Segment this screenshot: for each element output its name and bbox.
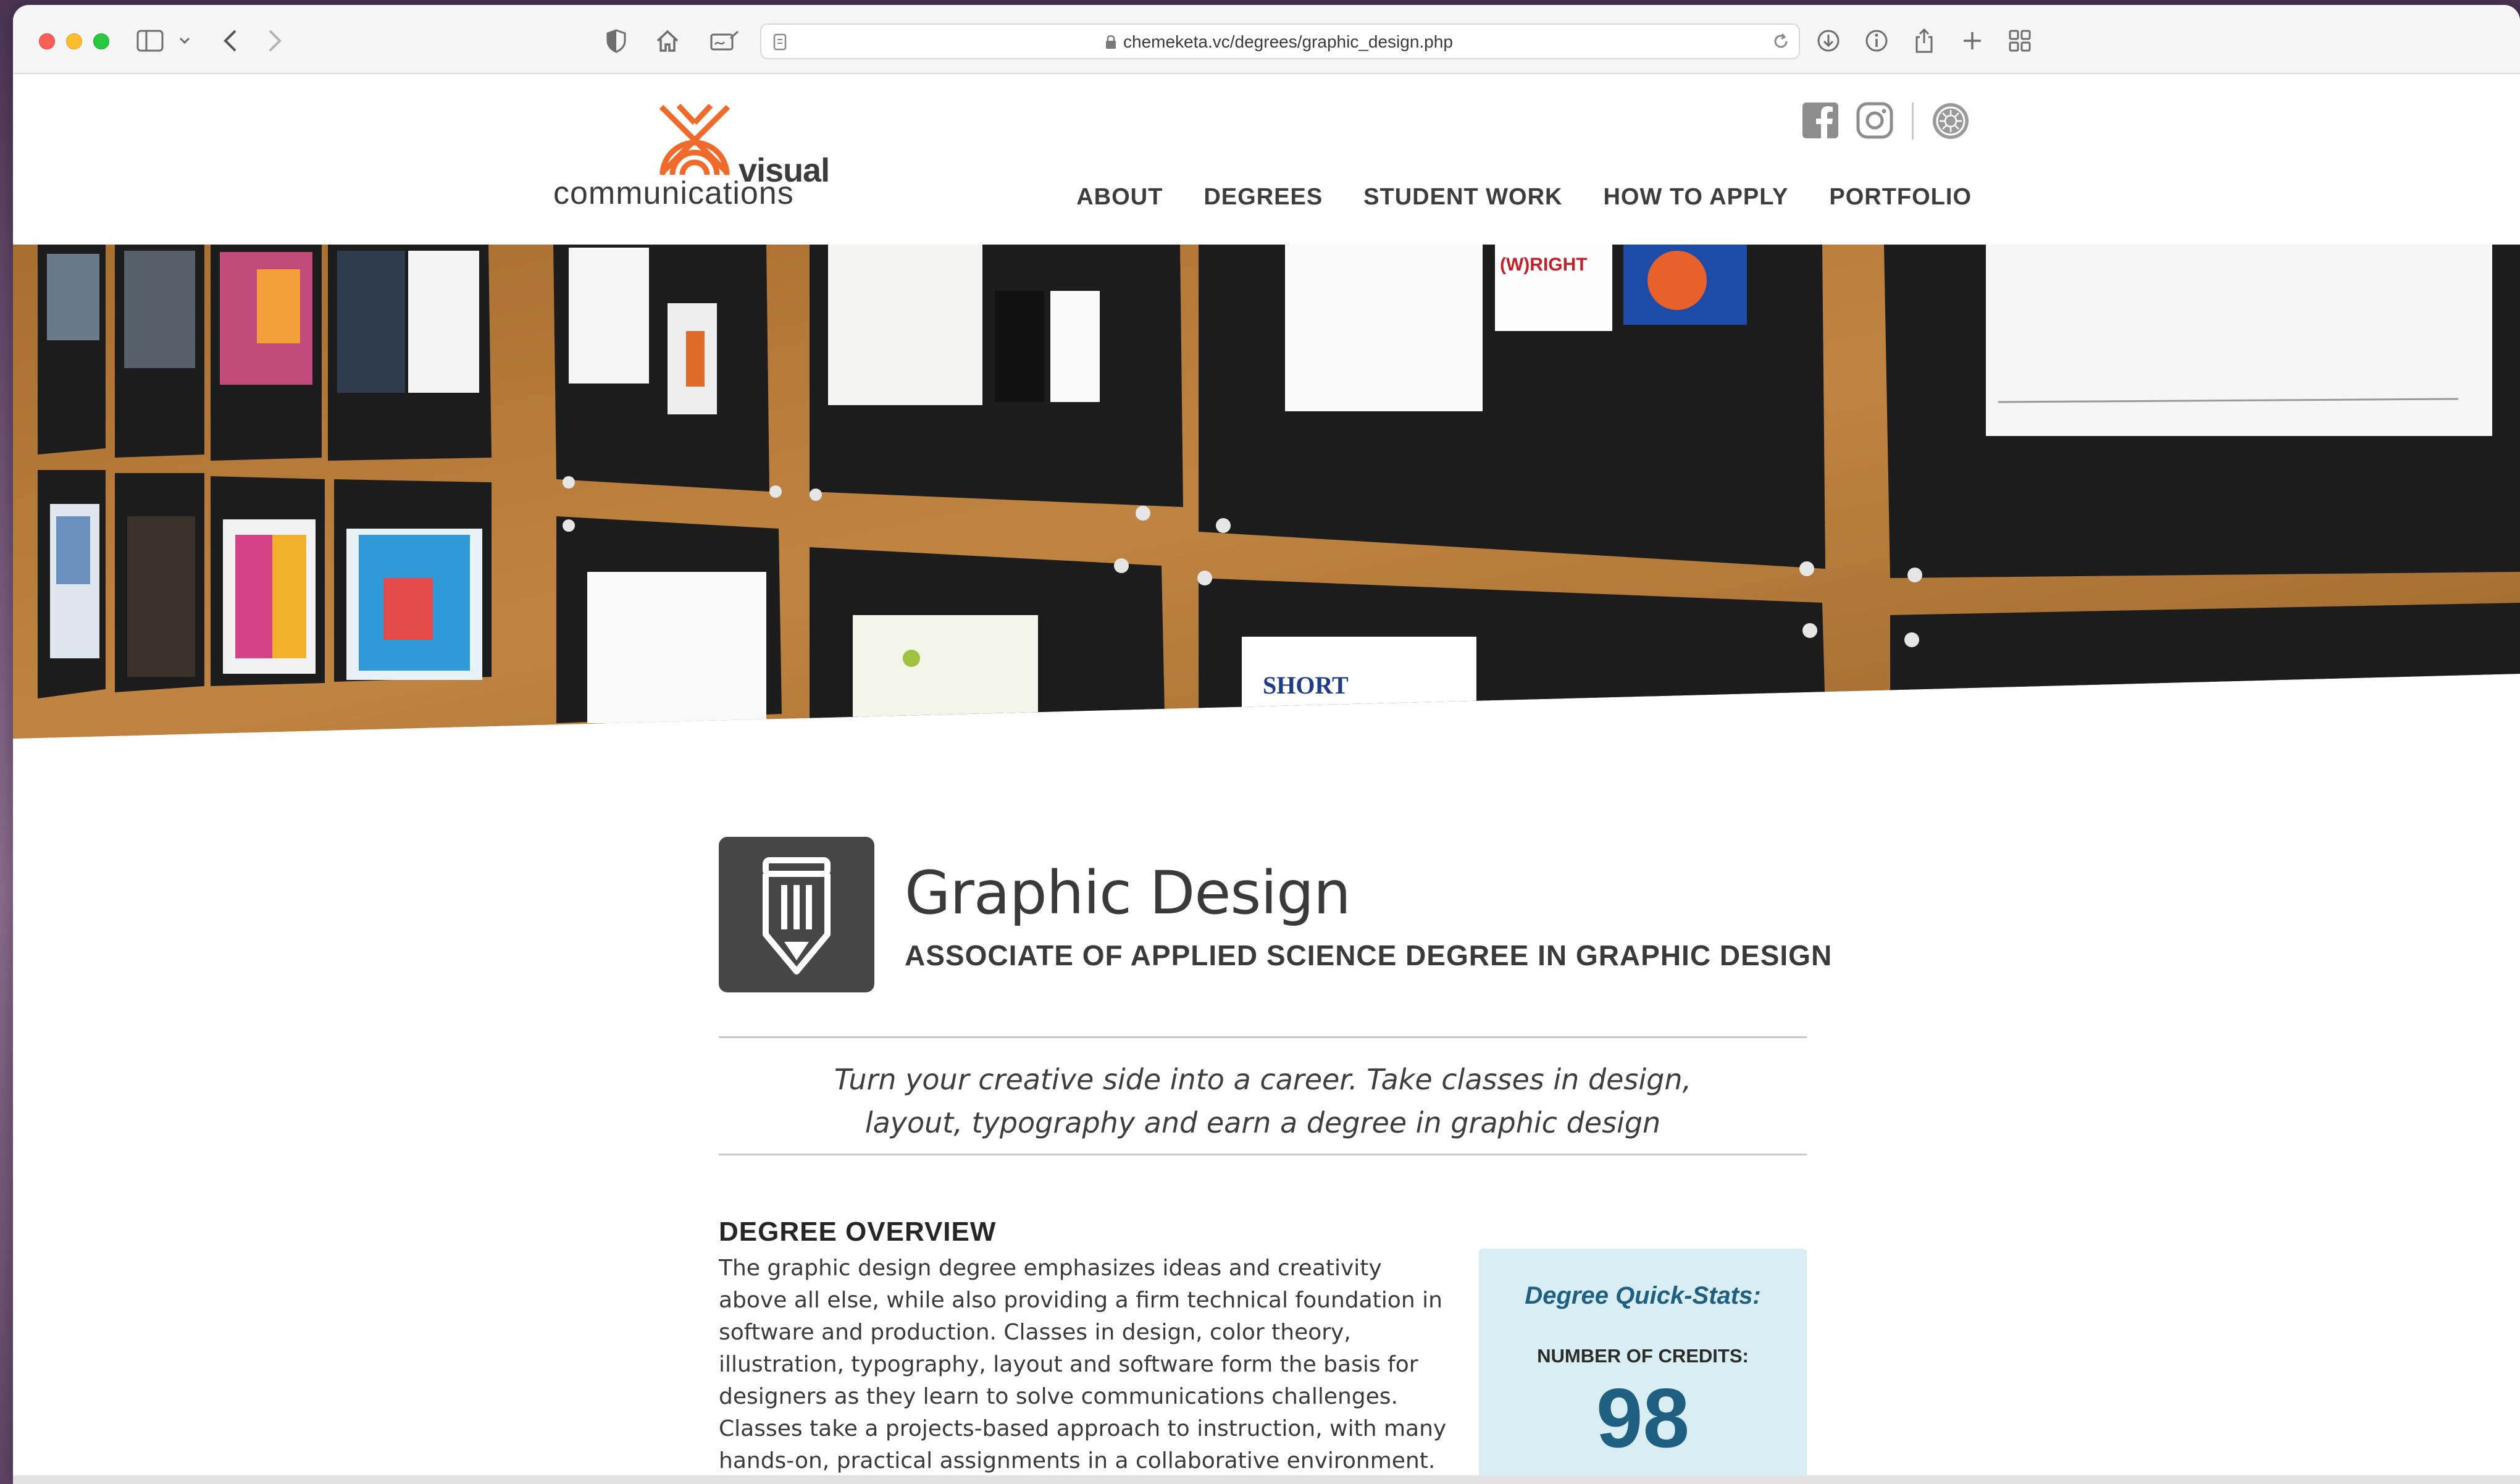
tagline-line-2: layout, typography and earn a degree in … xyxy=(864,1106,1661,1139)
downloads-icon[interactable] xyxy=(1816,27,1841,54)
quick-stats-title: Degree Quick-Stats: xyxy=(1525,1282,1761,1309)
degree-subtitle: ASSOCIATE OF APPLIED SCIENCE DEGREE IN G… xyxy=(905,939,1833,971)
facebook-icon[interactable] xyxy=(1801,101,1840,142)
hero-board-text-short: SHORT xyxy=(1263,671,1349,699)
nav-portfolio[interactable]: PORTFOLIO xyxy=(1829,184,1972,211)
college-seal-icon[interactable] xyxy=(1931,101,1970,143)
site-header: visual communications ABOUT DEGREES STUD… xyxy=(13,74,2520,246)
reload-icon[interactable] xyxy=(1772,32,1790,53)
url-text: chemeketa.vc/degrees/graphic_design.php xyxy=(1123,32,1453,51)
tab-overview-icon[interactable] xyxy=(2007,27,2032,54)
nav-student-work[interactable]: STUDENT WORK xyxy=(1363,184,1562,211)
hero-image: (W)RIGHT SHORT xyxy=(13,245,2520,739)
home-icon[interactable] xyxy=(655,27,680,54)
browser-toolbar: chemeketa.vc/degrees/graphic_design.php xyxy=(13,5,2520,74)
page-icon xyxy=(772,33,787,53)
page-title: Graphic Design xyxy=(905,858,1351,928)
browser-window: chemeketa.vc/degrees/graphic_design.php xyxy=(13,5,2520,1484)
chevron-down-icon[interactable] xyxy=(178,27,191,54)
nav-how-to-apply[interactable]: HOW TO APPLY xyxy=(1603,184,1788,211)
credits-label: NUMBER OF CREDITS: xyxy=(1537,1345,1749,1367)
site-logo[interactable]: visual communications xyxy=(553,102,837,219)
credits-value: 98 xyxy=(1596,1371,1690,1465)
hero-board-text-wright: (W)RIGHT xyxy=(1500,254,1588,275)
program-tagline: Turn your creative side into a career. T… xyxy=(719,1058,1807,1144)
overview-heading: DEGREE OVERVIEW xyxy=(719,1217,997,1247)
sidebar-toggle-icon[interactable] xyxy=(136,27,164,54)
tagline-line-1: Turn your creative side into a career. T… xyxy=(834,1063,1692,1096)
lock-icon xyxy=(1105,34,1117,52)
address-bar[interactable]: chemeketa.vc/degrees/graphic_design.php xyxy=(760,23,1800,59)
overview-body: The graphic design degree emphasizes ide… xyxy=(719,1256,1447,1474)
instagram-icon[interactable] xyxy=(1856,101,1894,142)
logo-word-communications: communications xyxy=(553,175,794,211)
nav-degrees[interactable]: DEGREES xyxy=(1203,184,1323,211)
social-divider xyxy=(1912,103,1914,140)
horizontal-scrollbar[interactable] xyxy=(13,1475,2520,1484)
logo-mark-icon xyxy=(659,103,730,176)
info-icon[interactable] xyxy=(1864,27,1889,54)
divider-bottom xyxy=(719,1154,1807,1155)
nav-about[interactable]: ABOUT xyxy=(1076,184,1163,211)
privacy-shield-icon[interactable] xyxy=(606,27,627,54)
divider-top xyxy=(719,1036,1807,1038)
close-window-button[interactable] xyxy=(39,33,55,49)
pencil-icon xyxy=(719,837,874,992)
minimize-window-button[interactable] xyxy=(66,33,82,49)
quick-stats-card: Degree Quick-Stats: NUMBER OF CREDITS: 9… xyxy=(1479,1249,1807,1484)
zoom-window-button[interactable] xyxy=(93,33,109,49)
forward-icon[interactable] xyxy=(267,27,282,54)
back-icon[interactable] xyxy=(223,27,238,54)
reader-sign-icon[interactable] xyxy=(710,27,739,54)
share-icon[interactable] xyxy=(1914,27,1935,54)
new-tab-icon[interactable] xyxy=(1962,27,1983,54)
main-nav: ABOUT DEGREES STUDENT WORK HOW TO APPLY … xyxy=(1076,184,1972,211)
